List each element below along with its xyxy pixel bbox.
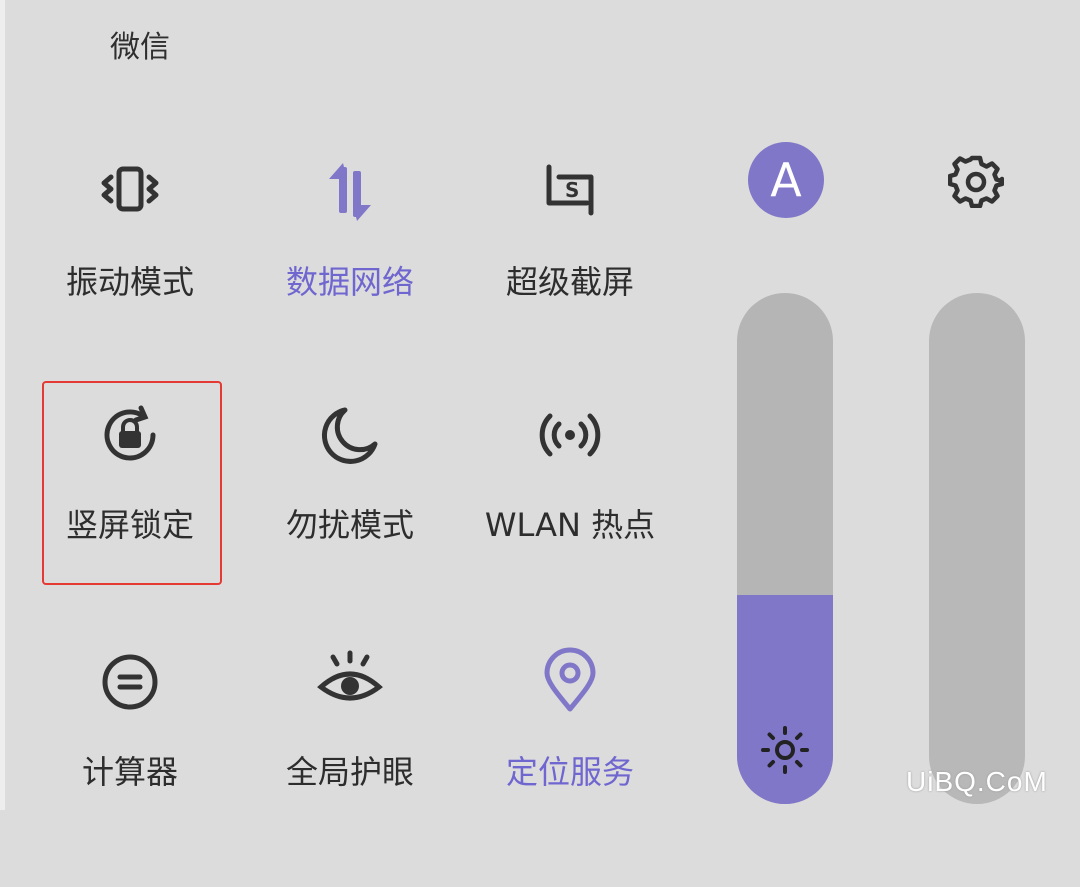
tile-do-not-disturb[interactable]: 勿扰模式 — [240, 400, 460, 640]
settings-button[interactable] — [947, 152, 1005, 209]
app-label: 微信 — [110, 30, 170, 65]
watermark: UiBQ.CoM — [906, 766, 1048, 797]
vibration-icon — [95, 157, 165, 227]
tile-vibration-mode[interactable]: 振动模式 — [20, 157, 240, 397]
tile-location-service[interactable]: 定位服务 — [460, 647, 680, 887]
tile-label: WLAN 热点 — [484, 506, 656, 544]
tile-label: 振动模式 — [65, 263, 194, 301]
gear-icon — [947, 155, 1005, 209]
tile-label: 全局护眼 — [285, 753, 414, 791]
data-arrows-icon — [315, 157, 385, 227]
eye-icon — [315, 647, 385, 717]
tile-label: 定位服务 — [505, 753, 634, 791]
tile-mobile-data[interactable]: 数据网络 — [240, 157, 460, 397]
tile-label: 数据网络 — [285, 263, 414, 301]
volume-slider[interactable] — [929, 293, 1025, 804]
tile-label: 超级截屏 — [505, 263, 634, 301]
highlight-box — [42, 381, 222, 585]
sun-icon — [759, 724, 811, 776]
tile-calculator[interactable]: 计算器 — [20, 647, 240, 887]
calculator-icon — [95, 647, 165, 717]
tile-label: 计算器 — [81, 753, 178, 791]
tile-wlan-hotspot[interactable]: WLAN 热点 — [460, 400, 680, 640]
auto-brightness-button[interactable]: A — [748, 142, 824, 218]
hotspot-icon — [535, 400, 605, 470]
location-pin-icon — [535, 647, 605, 717]
svg-text:S: S — [565, 178, 579, 202]
super-screenshot-icon: S — [535, 157, 605, 227]
moon-icon — [315, 400, 385, 470]
tile-eye-comfort[interactable]: 全局护眼 — [240, 647, 460, 887]
tile-super-screenshot[interactable]: S 超级截屏 — [460, 157, 680, 397]
left-edge — [0, 0, 5, 810]
brightness-slider[interactable] — [737, 293, 833, 804]
tile-label: 勿扰模式 — [285, 506, 414, 544]
